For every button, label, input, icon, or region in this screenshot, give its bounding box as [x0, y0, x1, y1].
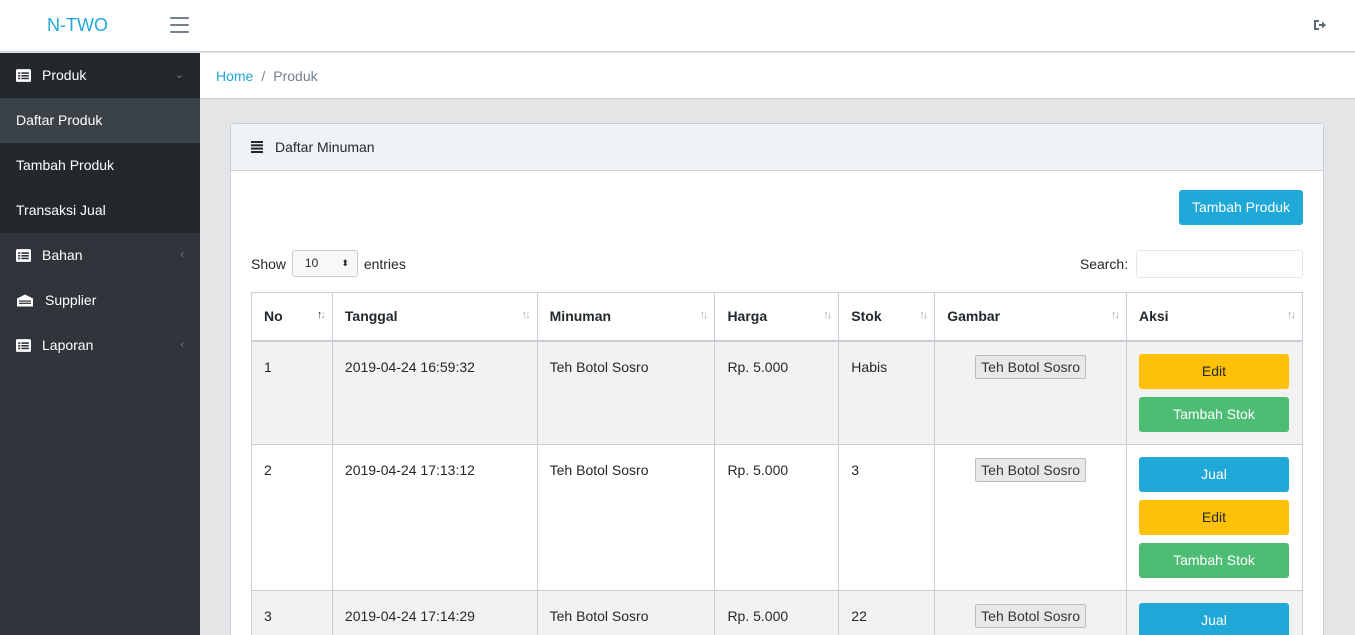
cell-aksi: Jual Edit Tambah Stok — [1125, 444, 1304, 591]
sidebar-item-label: Transaksi Jual — [16, 202, 106, 218]
column-header-tanggal[interactable]: Tanggal ↑↓ — [331, 292, 538, 342]
sort-icon: ↑↓ — [823, 309, 832, 321]
cell-gambar: Teh Botol Sosro — [934, 340, 1127, 445]
cell-stok: 3 — [838, 444, 936, 591]
cell-aksi: Jual — [1125, 590, 1304, 635]
cell-tanggal: 2019-04-24 17:14:29 — [331, 590, 538, 635]
sort-icon: ↑↓ — [1110, 309, 1120, 321]
sidebar-item-label: Supplier — [45, 292, 97, 308]
entries-label: entries — [363, 255, 406, 272]
cell-harga: Rp. 5.000 — [714, 340, 840, 445]
sidebar-item-label: Daftar Produk — [16, 112, 103, 128]
list-icon — [16, 69, 31, 82]
cell-no: 3 — [251, 590, 333, 635]
chevron-left-icon: ‹ — [180, 249, 184, 261]
sidebar-item-supplier[interactable]: Supplier — [0, 278, 200, 323]
sort-icon: ↑↓ — [919, 309, 928, 321]
breadcrumb-separator: / — [261, 68, 266, 84]
breadcrumb-current: Produk — [273, 68, 318, 84]
cell-tanggal: 2019-04-24 16:59:32 — [331, 340, 538, 445]
sort-icon: ↑↓ — [521, 309, 531, 321]
cell-no: 1 — [251, 340, 333, 445]
sidebar-item-label: Produk — [42, 67, 87, 83]
logout-icon — [1314, 20, 1326, 30]
hamburger-icon — [170, 17, 189, 33]
select-arrows-icon: ⬍ — [341, 258, 349, 268]
jual-button[interactable]: Jual — [1138, 457, 1289, 492]
sidebar-item-produk[interactable]: Produk ⌄ — [0, 53, 200, 98]
table-row: 1 2019-04-24 16:59:32 Teh Botol Sosro Rp… — [251, 340, 1304, 445]
app-header: N-TWO — [0, 0, 1355, 52]
sidebar-toggle-button[interactable] — [170, 17, 189, 33]
sidebar-submenu-produk: Daftar Produk Tambah Produk Transaksi Ju… — [0, 98, 200, 233]
tambah-stok-button[interactable]: Tambah Stok — [1138, 543, 1289, 578]
cell-minuman: Teh Botol Sosro — [536, 444, 716, 591]
sidebar-item-laporan[interactable]: Laporan ‹ — [0, 323, 200, 368]
column-header-aksi[interactable]: Aksi ↑↓ — [1125, 292, 1304, 342]
edit-button[interactable]: Edit — [1138, 500, 1289, 535]
chevron-left-icon: ‹ — [180, 339, 184, 351]
cell-gambar: Teh Botol Sosro — [934, 590, 1127, 635]
entries-length-control: Show 10 ⬍ entries — [251, 250, 406, 277]
table-row: 2 2019-04-24 17:13:12 Teh Botol Sosro Rp… — [251, 444, 1304, 591]
sort-icon: ↑↓ — [316, 309, 326, 321]
sidebar-item-daftar-produk[interactable]: Daftar Produk — [0, 98, 200, 143]
table-row: 3 2019-04-24 17:14:29 Teh Botol Sosro Rp… — [251, 590, 1304, 635]
list-icon — [251, 141, 263, 153]
add-product-button[interactable]: Tambah Produk — [1179, 190, 1303, 225]
tambah-stok-button[interactable]: Tambah Stok — [1138, 396, 1289, 432]
list-icon — [16, 339, 31, 352]
product-image-alt: Teh Botol Sosro — [975, 458, 1086, 482]
card-header: Daftar Minuman — [231, 124, 1323, 171]
building-icon — [17, 294, 33, 307]
column-header-stok[interactable]: Stok ↑↓ — [838, 292, 936, 342]
sidebar-item-label: Tambah Produk — [16, 157, 115, 173]
sidebar-item-transaksi-jual[interactable]: Transaksi Jual — [0, 188, 200, 233]
search-input[interactable] — [1136, 250, 1303, 278]
cell-aksi: Edit Tambah Stok — [1125, 340, 1304, 445]
column-header-minuman[interactable]: Minuman ↑↓ — [536, 292, 716, 342]
product-card: Daftar Minuman Tambah Produk Show 10 ⬍ e… — [230, 123, 1324, 635]
product-image-alt: Teh Botol Sosro — [975, 604, 1086, 628]
column-header-harga[interactable]: Harga ↑↓ — [714, 292, 840, 342]
cell-stok: Habis — [838, 340, 936, 445]
sidebar-item-tambah-produk[interactable]: Tambah Produk — [0, 143, 200, 188]
cell-minuman: Teh Botol Sosro — [536, 590, 716, 635]
cell-stok: 22 — [838, 590, 936, 635]
chevron-down-icon: ⌄ — [174, 69, 184, 81]
cell-tanggal: 2019-04-24 17:13:12 — [331, 444, 538, 591]
entries-select-value: 10 — [304, 256, 319, 270]
sidebar-item-bahan[interactable]: Bahan ‹ — [0, 233, 200, 278]
cell-harga: Rp. 5.000 — [714, 444, 840, 591]
breadcrumb-home-link[interactable]: Home — [216, 68, 253, 84]
show-label: Show — [251, 255, 287, 272]
sort-icon: ↑↓ — [699, 309, 708, 321]
column-header-no[interactable]: No ↑↓ — [251, 292, 333, 342]
search-control: Search: — [1080, 250, 1303, 278]
jual-button[interactable]: Jual — [1138, 603, 1289, 635]
table-header-row: No ↑↓ Tanggal ↑↓ Minuman ↑↓ Harga ↑↓ Stok ↑↓ … — [251, 292, 1304, 342]
logout-button[interactable] — [1313, 18, 1329, 34]
edit-button[interactable]: Edit — [1138, 353, 1289, 389]
sidebar-item-label: Laporan — [42, 337, 94, 353]
search-label: Search: — [1079, 256, 1129, 272]
breadcrumb: Home / Produk — [200, 53, 1355, 99]
cell-harga: Rp. 5.000 — [714, 590, 840, 635]
sort-icon: ↑↓ — [1287, 309, 1296, 321]
product-table: No ↑↓ Tanggal ↑↓ Minuman ↑↓ Harga ↑↓ Stok ↑↓ … — [251, 292, 1304, 635]
cell-no: 2 — [251, 444, 333, 591]
column-header-gambar[interactable]: Gambar ↑↓ — [934, 292, 1127, 342]
cell-gambar: Teh Botol Sosro — [934, 444, 1127, 591]
sidebar: Produk ⌄ Daftar Produk Tambah Produk Tra… — [0, 53, 200, 635]
card-title: Daftar Minuman — [275, 139, 375, 155]
brand-logo[interactable]: N-TWO — [0, 0, 155, 52]
product-image-alt: Teh Botol Sosro — [975, 354, 1086, 379]
cell-minuman: Teh Botol Sosro — [536, 340, 716, 445]
list-icon — [16, 249, 31, 262]
sidebar-item-label: Bahan — [42, 247, 83, 263]
entries-select[interactable]: 10 ⬍ — [291, 250, 358, 277]
